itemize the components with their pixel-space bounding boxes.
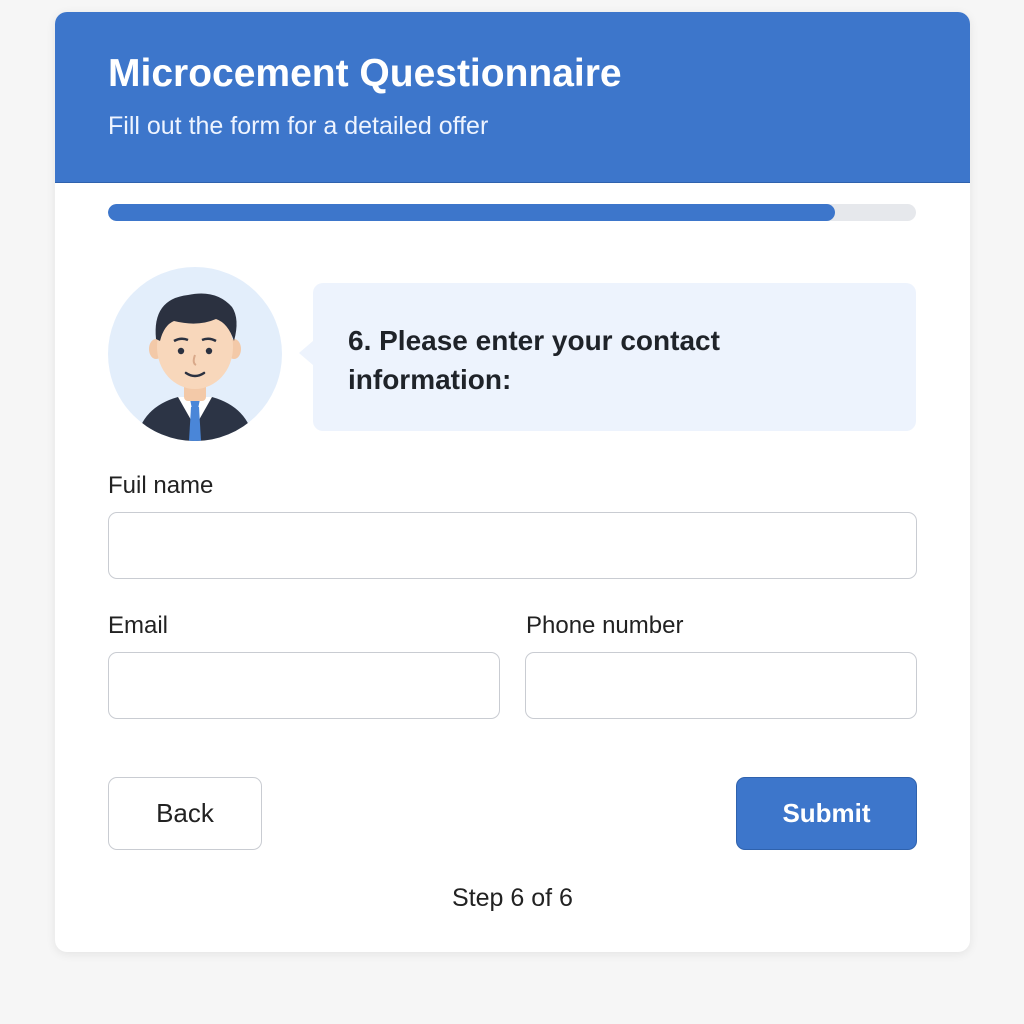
man-in-suit-avatar-icon — [136, 293, 254, 441]
back-button[interactable]: Back — [108, 777, 262, 850]
header: Microcement Questionnaire Fill out the f… — [55, 12, 970, 183]
submit-button[interactable]: Submit — [736, 777, 917, 850]
avatar — [108, 267, 282, 441]
phone-input[interactable] — [525, 652, 917, 719]
email-label: Email — [108, 612, 169, 639]
page-title: Microcement Questionnaire — [108, 52, 622, 95]
progress-bar-fill — [108, 204, 836, 221]
page-subtitle: Fill out the form for a detailed offer — [108, 112, 489, 140]
progress-bar — [108, 204, 916, 221]
question-bubble: 6. Please enter your contact information… — [299, 283, 916, 431]
full-name-label: Fuil name — [108, 472, 214, 499]
question-text: 6. Please enter your contact information… — [348, 325, 720, 395]
email-input[interactable] — [108, 652, 500, 719]
questionnaire-card: Microcement Questionnaire Fill out the f… — [55, 12, 970, 952]
full-name-input[interactable] — [108, 512, 917, 579]
phone-label: Phone number — [526, 612, 684, 639]
step-indicator: Step 6 of 6 — [452, 884, 573, 912]
